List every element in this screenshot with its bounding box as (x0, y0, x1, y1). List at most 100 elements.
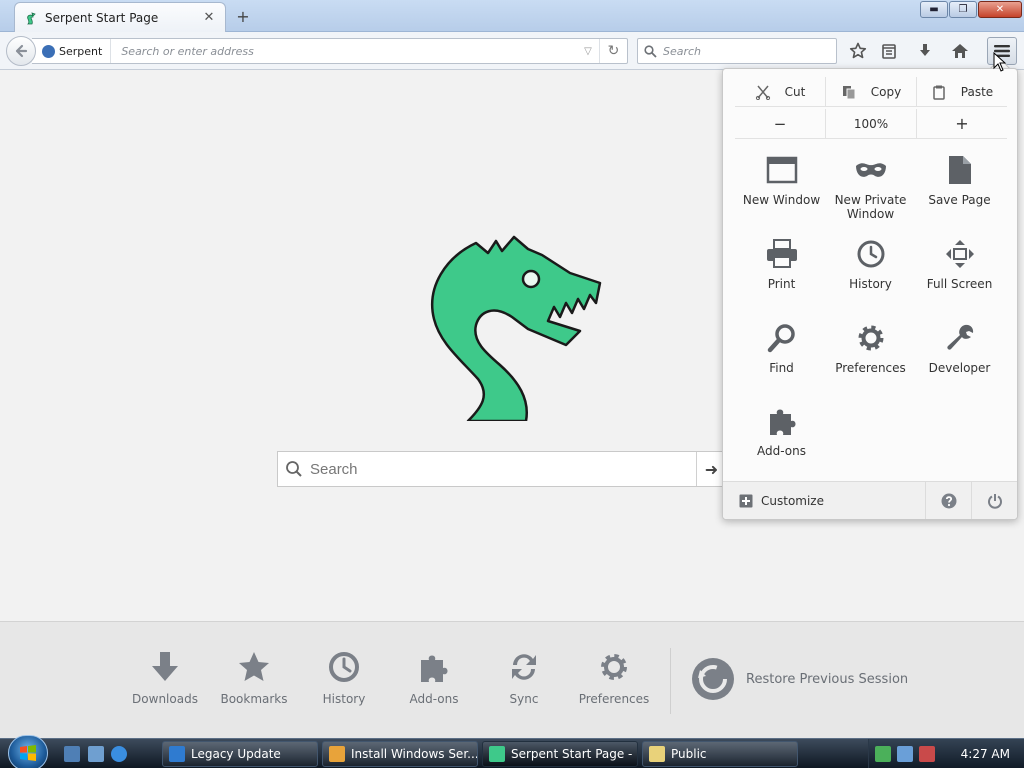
main-search-box[interactable]: Search ➜ (277, 451, 727, 487)
taskbar-button-label: Serpent Start Page - ... (511, 747, 638, 761)
copy-button[interactable]: Copy (825, 77, 916, 106)
launcher-addons[interactable]: Add-ons (389, 650, 479, 706)
action-center-icon[interactable] (897, 746, 913, 762)
site-identity[interactable]: Serpent (32, 39, 112, 63)
reload-button[interactable]: ↻ (599, 39, 627, 63)
help-button[interactable] (925, 482, 971, 519)
restore-session-button[interactable]: Restore Previous Session (690, 656, 908, 702)
maximize-button[interactable]: ❐ (949, 1, 977, 18)
paste-button[interactable]: Paste (916, 77, 1007, 106)
print-button[interactable]: Print (737, 237, 826, 291)
launcher-bookmarks[interactable]: Bookmarks (209, 650, 299, 706)
customize-button[interactable]: Customize (723, 482, 925, 519)
gear-icon (853, 321, 889, 355)
private-mask-icon (853, 153, 889, 187)
tab-strip: Serpent Start Page ✕ + ▬ ❐ ✕ (0, 0, 1024, 32)
url-bar[interactable]: Serpent Search or enter address ▽ ↻ (32, 38, 628, 64)
home-icon[interactable] (948, 39, 972, 63)
find-button[interactable]: Find (737, 321, 826, 375)
close-window-button[interactable]: ✕ (978, 1, 1022, 18)
search-icon (644, 44, 657, 58)
developer-button[interactable]: Developer (915, 321, 1004, 375)
taskbar-serpent-start-page[interactable]: Serpent Start Page - ... (482, 741, 638, 767)
start-button[interactable] (8, 735, 48, 768)
clock-icon (327, 650, 361, 684)
bookmark-star-icon[interactable] (846, 39, 870, 63)
main-search-input[interactable]: Search (310, 461, 696, 478)
cut-button[interactable]: Cut (735, 77, 825, 106)
clipboard-icon (933, 85, 945, 100)
show-desktop-icon[interactable] (64, 746, 80, 762)
launcher-label: Bookmarks (220, 692, 288, 706)
clock[interactable]: 4:27 AM (961, 747, 1010, 761)
addons-button[interactable]: Add-ons (737, 404, 826, 458)
full-screen-button[interactable]: Full Screen (915, 237, 1004, 291)
scissors-icon (755, 85, 770, 100)
new-tab-button[interactable]: + (232, 6, 254, 26)
launcher-downloads[interactable]: Downloads (120, 650, 210, 706)
panel-footer: Customize (723, 481, 1017, 519)
history-button[interactable]: History (826, 237, 915, 291)
launcher-preferences[interactable]: Preferences (569, 650, 659, 706)
quit-button[interactable] (971, 482, 1017, 519)
panel-item-label: Full Screen (926, 277, 993, 291)
panel-item-label: Print (767, 277, 796, 291)
launcher-history[interactable]: History (299, 650, 389, 706)
search-input[interactable]: Search (663, 45, 701, 58)
launcher-sync[interactable]: Sync (479, 650, 569, 706)
new-private-window-button[interactable]: New Private Window (826, 153, 915, 221)
zoom-controls: − 100% + (735, 109, 1007, 139)
clock-icon (853, 237, 889, 271)
mouse-cursor-icon (993, 52, 1007, 72)
paste-label: Paste (960, 84, 994, 99)
zoom-reset-button[interactable]: 100% (825, 109, 916, 138)
search-bar[interactable]: Search (637, 38, 837, 64)
history-dropdown-icon[interactable]: ▽ (577, 46, 599, 57)
printer-icon (764, 237, 800, 271)
edit-controls: Cut Copy Paste (735, 77, 1007, 107)
cut-label: Cut (784, 84, 806, 99)
panel-item-label: Developer (928, 361, 991, 375)
window-controls: ▬ ❐ ✕ (919, 1, 1022, 18)
panel-item-label: New Private Window (834, 193, 907, 221)
zoom-in-button[interactable]: + (916, 109, 1007, 138)
tab-serpent-start-page[interactable]: Serpent Start Page ✕ (14, 2, 226, 32)
launcher-label: Preferences (578, 692, 650, 706)
launcher-label: Add-ons (409, 692, 459, 706)
save-page-button[interactable]: Save Page (915, 153, 1004, 207)
app-menu-panel: Cut Copy Paste − 100% + New Window New P… (722, 68, 1018, 520)
volume-muted-icon[interactable] (919, 746, 935, 762)
downloads-icon[interactable] (913, 39, 937, 63)
back-button[interactable] (6, 36, 36, 66)
wrench-icon (942, 321, 978, 355)
restore-session-icon (692, 658, 734, 700)
launcher-bar: Downloads Bookmarks History Add-ons Sync (0, 621, 1024, 738)
switch-windows-icon[interactable] (88, 746, 104, 762)
plus-box-icon (739, 494, 753, 507)
panel-item-label: Save Page (928, 193, 991, 207)
network-icon[interactable] (875, 746, 891, 762)
identity-label: Serpent (59, 44, 103, 58)
close-tab-icon[interactable]: ✕ (201, 10, 217, 26)
new-window-button[interactable]: New Window (737, 153, 826, 207)
navigation-toolbar: Serpent Search or enter address ▽ ↻ Sear… (0, 32, 1024, 70)
gear-icon (597, 650, 631, 684)
taskbar-button-label: Public (671, 747, 707, 761)
taskbar-install-windows-service[interactable]: Install Windows Ser... (322, 741, 478, 767)
star-icon (237, 650, 271, 684)
internet-explorer-icon[interactable] (111, 746, 127, 762)
serpent-favicon-icon (27, 11, 36, 24)
power-icon (987, 493, 1002, 509)
address-input[interactable]: Search or enter address (111, 45, 577, 58)
preferences-button[interactable]: Preferences (826, 321, 915, 375)
taskbar-public-folder[interactable]: Public (642, 741, 798, 767)
panel-item-label: New Window (742, 193, 821, 207)
minimize-button[interactable]: ▬ (920, 1, 948, 18)
taskbar-legacy-update[interactable]: Legacy Update (162, 741, 318, 767)
zoom-out-button[interactable]: − (735, 109, 825, 138)
reading-list-icon[interactable] (877, 39, 901, 63)
launcher-label: Sync (509, 692, 539, 706)
taskbar-button-label: Legacy Update (191, 747, 281, 761)
folder-icon (649, 746, 665, 762)
panel-item-label: Add-ons (757, 444, 806, 458)
